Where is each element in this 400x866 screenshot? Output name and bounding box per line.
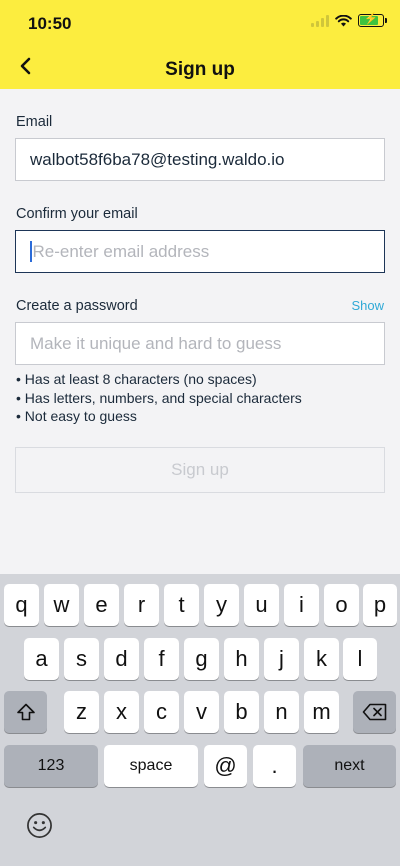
key-i[interactable]: i (284, 584, 319, 626)
shift-icon (16, 703, 35, 721)
key-r[interactable]: r (124, 584, 159, 626)
sign-up-button[interactable]: Sign up (15, 447, 385, 493)
wifi-icon (335, 14, 352, 26)
delete-key[interactable] (353, 691, 396, 733)
password-placeholder: Make it unique and hard to guess (30, 333, 282, 353)
key-c[interactable]: c (144, 691, 179, 733)
status-time: 10:50 (28, 14, 72, 33)
key-h[interactable]: h (224, 638, 259, 680)
battery-icon: ⚡ (358, 13, 387, 27)
key-n[interactable]: n (264, 691, 299, 733)
key-k[interactable]: k (304, 638, 339, 680)
confirm-email-field[interactable]: Re-enter email address (15, 230, 385, 273)
confirm-email-label: Confirm your email (16, 206, 138, 222)
key-y[interactable]: y (204, 584, 239, 626)
key-d[interactable]: d (104, 638, 139, 680)
key-l[interactable]: l (343, 638, 377, 680)
key-z[interactable]: z (64, 691, 99, 733)
key-x[interactable]: x (104, 691, 139, 733)
at-key[interactable]: @ (204, 745, 247, 787)
page-title: Sign up (165, 59, 235, 80)
backspace-icon (362, 703, 386, 721)
text-caret (30, 241, 32, 262)
numbers-key[interactable]: 123 (4, 745, 98, 787)
dot-key[interactable]: . (253, 745, 296, 787)
key-a[interactable]: a (24, 638, 59, 680)
password-field[interactable]: Make it unique and hard to guess (15, 322, 385, 365)
header: 10:50 ⚡ Sign up (0, 0, 400, 89)
key-p[interactable]: p (363, 584, 397, 626)
key-q[interactable]: q (4, 584, 39, 626)
confirm-email-placeholder: Re-enter email address (32, 241, 210, 261)
show-password-button[interactable]: Show (351, 298, 384, 313)
key-g[interactable]: g (184, 638, 219, 680)
password-rule: • Has letters, numbers, and special char… (16, 389, 302, 406)
email-field[interactable]: walbot58f6ba78@testing.waldo.io (15, 138, 385, 181)
key-w[interactable]: w (44, 584, 79, 626)
space-key[interactable]: space (104, 745, 198, 787)
status-icons: ⚡ (311, 13, 387, 27)
password-rule: • Not easy to guess (16, 408, 137, 424)
key-s[interactable]: s (64, 638, 99, 680)
shift-key[interactable] (4, 691, 47, 733)
key-t[interactable]: t (164, 584, 199, 626)
key-f[interactable]: f (144, 638, 179, 680)
key-j[interactable]: j (264, 638, 299, 680)
key-e[interactable]: e (84, 584, 119, 626)
key-o[interactable]: o (324, 584, 359, 626)
password-rules: • Has at least 8 characters (no spaces) … (16, 370, 302, 426)
emoji-icon[interactable] (26, 812, 53, 839)
password-label: Create a password (16, 298, 138, 314)
signal-icon (311, 14, 329, 27)
email-label: Email (16, 114, 53, 130)
next-key[interactable]: next (303, 745, 396, 787)
key-b[interactable]: b (224, 691, 259, 733)
email-value: walbot58f6ba78@testing.waldo.io (30, 149, 285, 169)
password-rule: • Has at least 8 characters (no spaces) (16, 371, 257, 387)
key-m[interactable]: m (304, 691, 339, 733)
key-v[interactable]: v (184, 691, 219, 733)
key-u[interactable]: u (244, 584, 279, 626)
